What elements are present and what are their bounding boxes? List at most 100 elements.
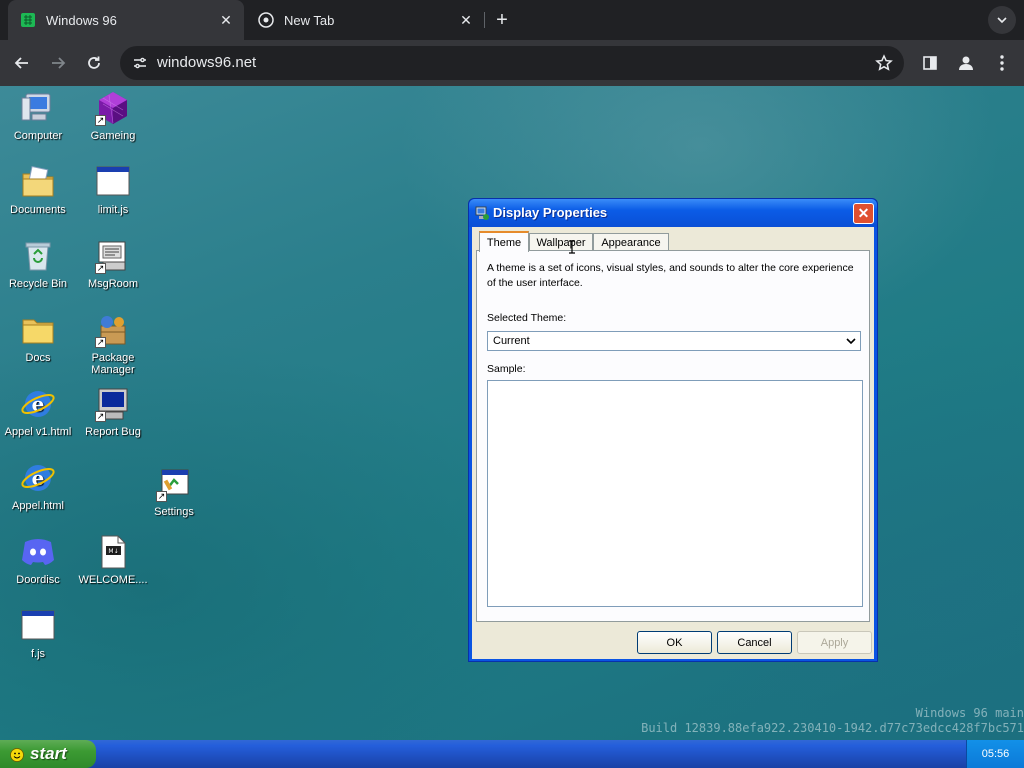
build-number: Build 12839.88efa922.230410-1942.d77c73e… [641, 721, 1024, 735]
desktop-icon-recycle-bin[interactable]: Recycle Bin [0, 238, 76, 290]
desktop-icon-msgroom[interactable]: ↗ MsgRoom [75, 238, 151, 290]
close-tab-icon[interactable]: ✕ [458, 12, 474, 28]
tab-appearance[interactable]: Appearance [593, 233, 669, 251]
reload-icon[interactable] [80, 49, 108, 77]
apply-button[interactable]: Apply [797, 631, 872, 654]
button-label: Cancel [737, 636, 772, 649]
folder-icon [20, 312, 56, 348]
selected-theme-label: Selected Theme: [487, 312, 567, 324]
taskbar: start 05:56 [0, 740, 1024, 768]
back-arrow-icon[interactable] [8, 49, 36, 77]
desktop-icon-doordisc[interactable]: Doordisc [0, 534, 76, 586]
cancel-button[interactable]: Cancel [717, 631, 792, 654]
window-file-icon [20, 608, 56, 644]
window-body: Theme Wallpaper Appearance A theme is a … [472, 227, 874, 659]
shortcut-arrow-icon: ↗ [95, 263, 106, 274]
desktop-icon-label: Appel.html [12, 500, 64, 512]
desktop-icon-label: Report Bug [85, 426, 141, 438]
window-titlebar[interactable]: Display Properties ✕ [469, 199, 877, 227]
display-properties-window: Display Properties ✕ Theme Wallpaper App… [468, 198, 878, 662]
profile-avatar-icon[interactable] [952, 49, 980, 77]
windows96-favicon-icon [20, 12, 36, 28]
chrome-icon [258, 12, 274, 28]
desktop-icon-label: WELCOME.... [78, 574, 148, 586]
shortcut-arrow-icon: ↗ [156, 491, 167, 502]
report-bug-icon: ↗ [95, 386, 131, 422]
browser-toolbar: windows96.net [0, 40, 1024, 86]
desktop-icon-report-bug[interactable]: ↗ Report Bug [75, 386, 151, 438]
tab-wallpaper[interactable]: Wallpaper [529, 233, 593, 251]
browser-tab-strip: Windows 96 ✕ New Tab ✕ + [0, 0, 1024, 40]
computer-icon [20, 90, 56, 126]
build-name: Windows 96 main [915, 706, 1024, 720]
desktop-icon-appel-v1[interactable]: e Appel v1.html [0, 386, 76, 438]
tab-label: Theme [486, 236, 522, 249]
tab-windows96[interactable]: Windows 96 ✕ [8, 0, 244, 40]
tab-title: New Tab [284, 12, 335, 28]
svg-text:M↓: M↓ [108, 548, 118, 555]
desktop-icon-label: Appel v1.html [4, 426, 72, 438]
display-monitor-icon [474, 205, 490, 221]
url-text: windows96.net [157, 54, 257, 71]
system-tray-clock[interactable]: 05:56 [966, 740, 1024, 768]
theme-select[interactable]: Current [487, 331, 861, 351]
desktop-icon-docs[interactable]: Docs [0, 312, 76, 364]
markdown-file-icon: M↓ [95, 534, 131, 570]
settings-icon: ↗ [156, 466, 192, 502]
theme-sample-preview [487, 380, 863, 607]
desktop-icon-f-js[interactable]: f.js [0, 608, 76, 660]
tab-search-chevron-icon[interactable] [988, 6, 1016, 34]
button-label: Apply [820, 636, 849, 649]
theme-select-value: Current [493, 335, 530, 347]
desktop-icon-label: Recycle Bin [8, 278, 68, 290]
tab-new-tab[interactable]: New Tab ✕ [248, 0, 484, 40]
site-info-tune-icon[interactable] [130, 53, 150, 73]
tab-separator [484, 12, 485, 28]
new-tab-plus-icon[interactable]: + [490, 8, 514, 32]
ok-button[interactable]: OK [637, 631, 712, 654]
window-title: Display Properties [493, 205, 608, 220]
text-cursor-icon [568, 240, 576, 254]
forward-arrow-icon[interactable] [44, 49, 72, 77]
more-menu-icon[interactable] [988, 49, 1016, 77]
shortcut-arrow-icon: ↗ [95, 115, 106, 126]
tab-label: Wallpaper [536, 236, 586, 249]
shortcut-arrow-icon: ↗ [95, 337, 106, 348]
desktop-icon-welcome[interactable]: M↓ WELCOME.... [75, 534, 151, 586]
bookmark-star-icon[interactable] [874, 53, 894, 73]
tab-theme[interactable]: Theme [479, 231, 529, 252]
desktop-icon-documents[interactable]: Documents [0, 164, 76, 216]
desktop-icon-label: f.js [30, 648, 46, 660]
button-label: OK [666, 636, 683, 649]
address-bar[interactable]: windows96.net [120, 46, 904, 80]
tab-title: Windows 96 [46, 12, 117, 28]
browser-icon: e [20, 386, 56, 422]
desktop-icon-appel[interactable]: e Appel.html [0, 460, 76, 512]
sample-label: Sample: [487, 363, 526, 375]
desktop-icon-settings[interactable]: ↗ Settings [136, 466, 212, 518]
smiley-logo-icon [10, 747, 24, 762]
desktop-icon-label: Computer [13, 130, 63, 142]
desktop-icon-label: Package Manager [91, 352, 135, 376]
desktop-icon-computer[interactable]: Computer [0, 90, 76, 142]
start-button[interactable]: start [0, 740, 96, 768]
desktop-icon-package-manager[interactable]: ↗ Package Manager [75, 312, 151, 376]
window-file-icon [95, 164, 131, 200]
shortcut-arrow-icon: ↗ [95, 411, 106, 422]
desktop-icon-label: Doordisc [16, 574, 60, 586]
desktop-icon-label: Docs [25, 352, 51, 364]
package-manager-icon: ↗ [95, 312, 131, 348]
tab-label: Appearance [601, 236, 661, 249]
msgroom-icon: ↗ [95, 238, 131, 274]
close-icon[interactable]: ✕ [853, 203, 874, 224]
close-tab-icon[interactable]: ✕ [218, 12, 234, 28]
documents-folder-icon [20, 164, 56, 200]
desktop-icon-label: Settings [154, 506, 194, 518]
chevron-down-icon[interactable] [844, 334, 858, 348]
side-panel-icon[interactable] [916, 49, 944, 77]
theme-panel: A theme is a set of icons, visual styles… [476, 250, 870, 622]
desktop-icon-gameing[interactable]: ↗ Gameing [75, 90, 151, 142]
desktop-icon-limit-js[interactable]: limit.js [75, 164, 151, 216]
start-label: start [30, 744, 67, 763]
desktop-icon-label: limit.js [97, 204, 129, 216]
